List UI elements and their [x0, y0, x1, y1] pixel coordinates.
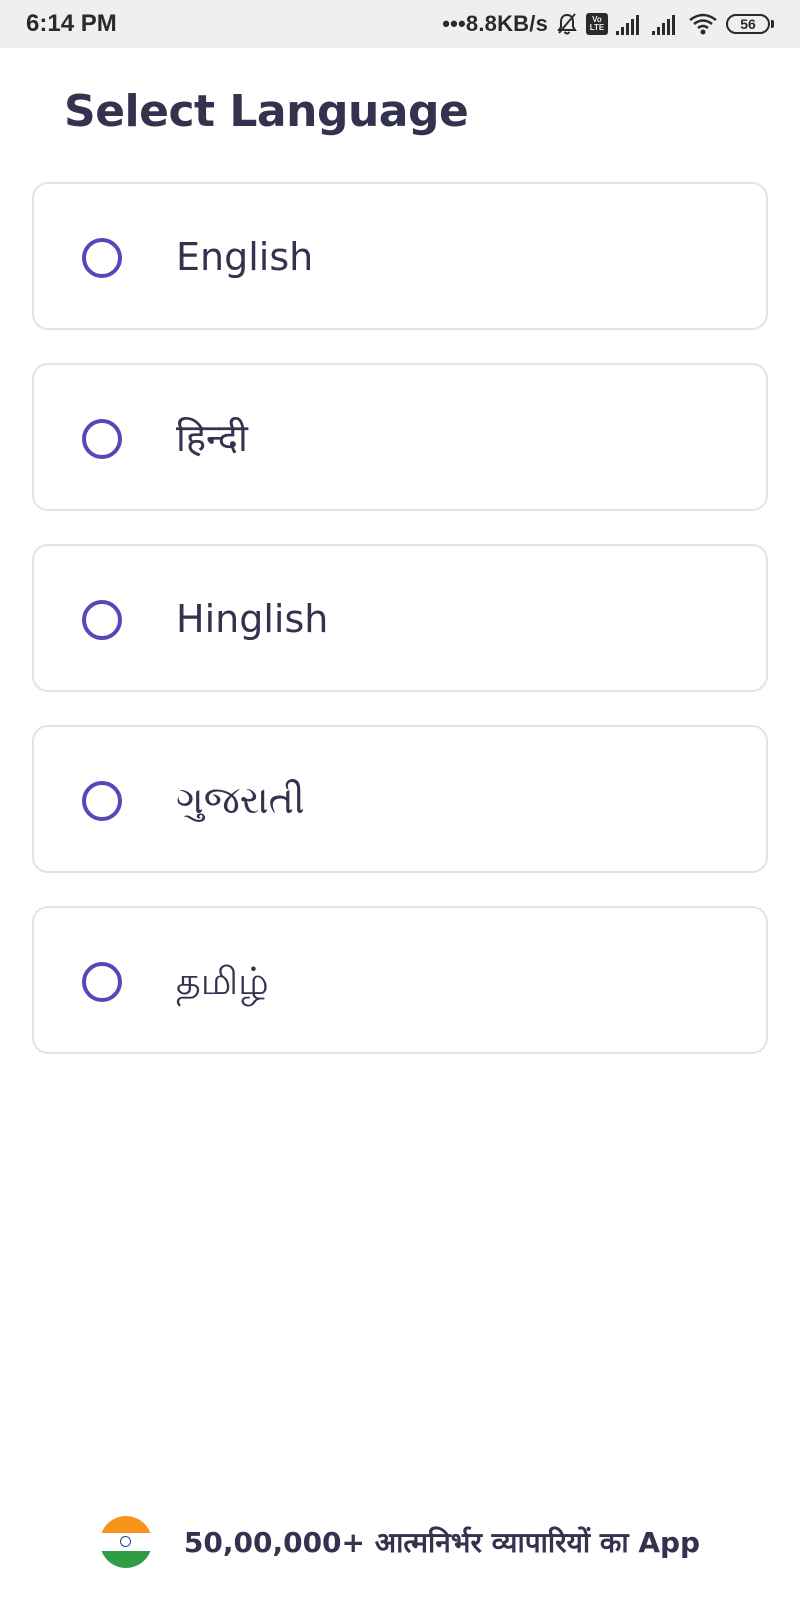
status-icons: •••8.8KB/s Vo LTE 56	[442, 0, 774, 48]
signal-icon	[616, 15, 639, 35]
language-option-hindi[interactable]: हिन्दी	[32, 363, 768, 511]
footer-tagline: 50,00,000+ आत्मनिर्भर व्यापारियों का App	[183, 1526, 701, 1559]
footer-banner: 50,00,000+ आत्मनिर्भर व्यापारियों का App	[0, 1514, 800, 1570]
language-label: English	[176, 235, 314, 279]
radio-button[interactable]	[82, 962, 122, 1002]
language-label: ગુજરાતી	[176, 778, 305, 822]
radio-button[interactable]	[82, 781, 122, 821]
language-label: Hinglish	[176, 597, 329, 641]
battery-level: 56	[726, 14, 770, 34]
volte-icon: Vo LTE	[586, 13, 608, 35]
language-label: हिन्दी	[176, 416, 248, 460]
mute-bell-icon	[557, 13, 577, 35]
wifi-icon	[689, 13, 717, 35]
language-label: தமிழ்	[176, 959, 269, 1003]
language-option-tamil[interactable]: தமிழ்	[32, 906, 768, 1054]
language-option-hinglish[interactable]: Hinglish	[32, 544, 768, 692]
radio-button[interactable]	[82, 419, 122, 459]
language-list: English हिन्दी Hinglish ગુજરાતી தமிழ்	[32, 182, 768, 1087]
status-bar: 6:14 PM •••8.8KB/s Vo LTE 56	[0, 0, 800, 48]
radio-button[interactable]	[82, 238, 122, 278]
signal-icon	[652, 15, 675, 35]
language-option-english[interactable]: English	[32, 182, 768, 330]
battery-icon: 56	[726, 14, 774, 34]
ashoka-chakra-icon	[120, 1536, 132, 1548]
status-time: 6:14 PM	[26, 10, 117, 37]
page-title: Select Language	[64, 86, 469, 137]
language-option-gujarati[interactable]: ગુજરાતી	[32, 725, 768, 873]
india-flag-icon	[99, 1516, 152, 1568]
radio-button[interactable]	[82, 600, 122, 640]
network-speed: •••8.8KB/s	[442, 11, 548, 36]
